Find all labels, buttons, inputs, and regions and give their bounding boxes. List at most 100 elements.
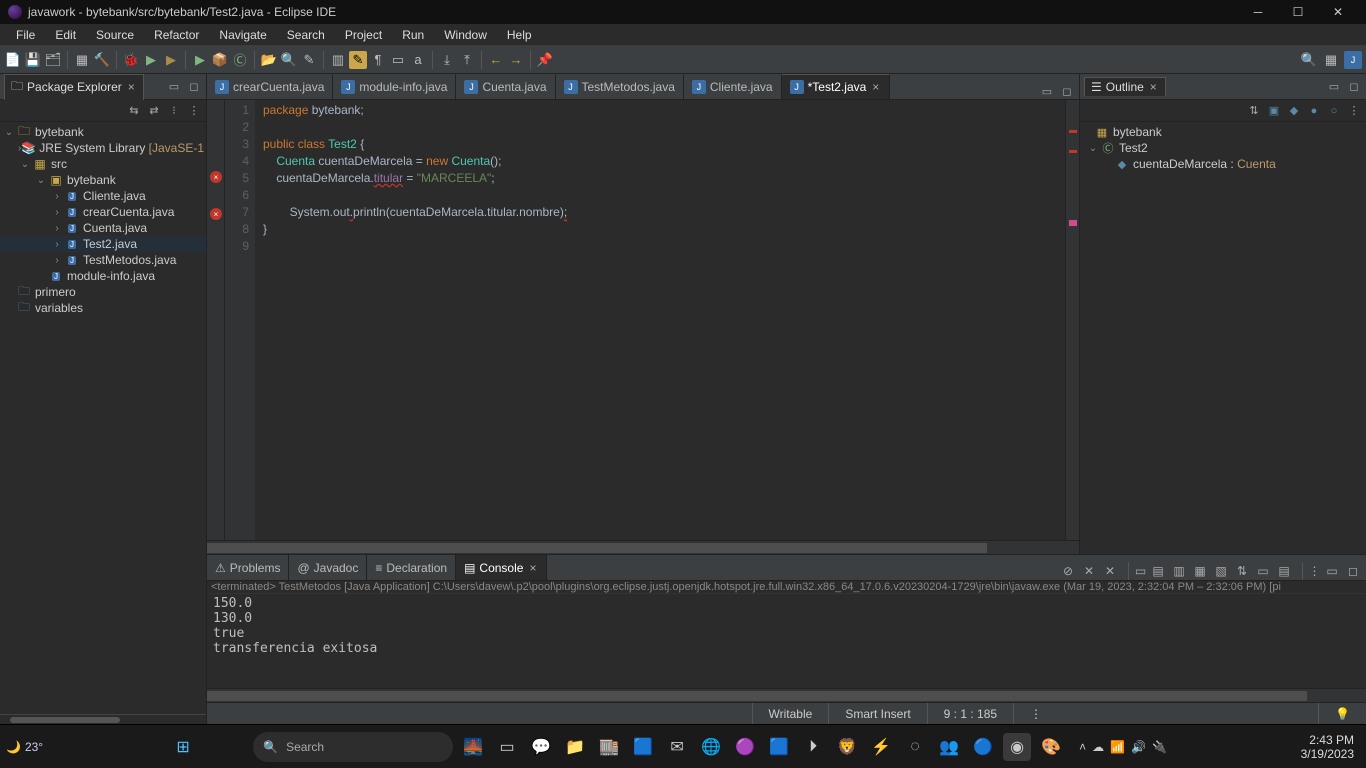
close-icon[interactable]: × (870, 80, 881, 94)
tree-item[interactable]: Jmodule-info.java (0, 268, 206, 284)
expand-icon[interactable]: › (50, 255, 64, 266)
view-tab-declaration[interactable]: ≡Declaration (367, 555, 456, 580)
maximize-view-icon[interactable]: ◻ (1346, 79, 1362, 95)
chat-icon[interactable]: 💬 (527, 733, 555, 761)
chrome-icon[interactable]: 🔵 (969, 733, 997, 761)
menu-window[interactable]: Window (434, 26, 497, 44)
editor-tab[interactable]: JCuenta.java (456, 74, 555, 99)
next-ann-icon[interactable]: ⤓ (438, 51, 456, 69)
outline-class[interactable]: Test2 (1119, 141, 1148, 155)
outline-package[interactable]: bytebank (1113, 125, 1162, 139)
weather-widget[interactable]: 🌙 23° (6, 740, 43, 754)
wifi-icon[interactable]: 📶 (1110, 740, 1125, 754)
tree-item[interactable]: 🗀variables (0, 300, 206, 316)
media-icon[interactable]: ⏵ (799, 733, 827, 761)
menu-navigate[interactable]: Navigate (209, 26, 276, 44)
toggle-icon[interactable]: ▦ (73, 51, 91, 69)
editor-tab[interactable]: JCliente.java (684, 74, 782, 99)
debug-icon[interactable]: 🐞 (122, 51, 140, 69)
filter-static-icon[interactable]: ◆ (1286, 103, 1302, 119)
console-output[interactable]: 150.0 130.0 true transferencia exitosa (207, 594, 1366, 688)
package-explorer-tab[interactable]: 🗀 Package Explorer × (4, 74, 144, 100)
maximize-view-icon[interactable]: ◻ (1059, 83, 1075, 99)
minimize-button[interactable]: ─ (1238, 0, 1278, 24)
minimize-view-icon[interactable]: ▭ (1326, 79, 1342, 95)
line-number-gutter[interactable]: 123456789 (225, 100, 255, 540)
console-toolbar-btn[interactable]: ⇅ (1233, 562, 1251, 580)
expand-icon[interactable]: › (50, 223, 64, 234)
task-icon[interactable]: ▥ (329, 51, 347, 69)
filter-public-icon[interactable]: ● (1306, 103, 1322, 119)
outline-tree[interactable]: ▦ bytebank ⌄ Ⓒ Test2 ◆ cuentaDeMarcela :… (1080, 122, 1366, 554)
expand-icon[interactable]: › (50, 207, 64, 218)
expand-icon[interactable]: › (50, 191, 64, 202)
dropbox-icon[interactable]: 🟦 (765, 733, 793, 761)
console-toolbar-btn[interactable]: ▭ (1254, 562, 1272, 580)
store-icon[interactable]: 🏬 (595, 733, 623, 761)
open-perspective-icon[interactable]: ▦ (1322, 51, 1340, 69)
onedrive-icon[interactable]: ☁ (1092, 740, 1104, 754)
filter-local-icon[interactable]: ○ (1326, 103, 1342, 119)
code-area[interactable]: package bytebank; public class Test2 { C… (255, 100, 1065, 540)
tree-item[interactable]: ›JCliente.java (0, 188, 206, 204)
tree-item[interactable]: ›JTestMetodos.java (0, 252, 206, 268)
tree-item[interactable]: ›📚JRE System Library [JavaSE-1 (0, 140, 206, 156)
menu-edit[interactable]: Edit (45, 26, 86, 44)
view-tab-console[interactable]: ▤Console× (456, 555, 547, 580)
console-toolbar-btn[interactable]: ▭ (1128, 562, 1146, 580)
new-class-icon[interactable]: Ⓒ (231, 51, 249, 69)
status-menu-icon[interactable]: ⋮ (1013, 703, 1058, 724)
editor-horizontal-scrollbar[interactable] (207, 540, 1079, 554)
mark-icon[interactable]: ✎ (349, 51, 367, 69)
view-tab-javadoc[interactable]: @Javadoc (289, 555, 367, 580)
build-icon[interactable]: 🔨 (93, 51, 111, 69)
fwd-icon[interactable]: → (507, 51, 525, 69)
collapse-all-icon[interactable]: ⇆ (126, 103, 142, 119)
menu-file[interactable]: File (6, 26, 45, 44)
overview-ruler[interactable] (1065, 100, 1079, 540)
new-pkg-icon[interactable]: 📦 (211, 51, 229, 69)
horizontal-scrollbar[interactable] (0, 714, 206, 724)
paint-icon[interactable]: 🎨 (1037, 733, 1065, 761)
close-icon[interactable]: × (126, 80, 137, 94)
sort-icon[interactable]: ⇅ (1246, 103, 1262, 119)
ann-icon[interactable]: a (409, 51, 427, 69)
run-icon[interactable]: ▶ (142, 51, 160, 69)
filter-field-icon[interactable]: ▣ (1266, 103, 1282, 119)
close-button[interactable]: ✕ (1318, 0, 1358, 24)
brave-icon[interactable]: 🦁 (833, 733, 861, 761)
open-type-icon[interactable]: 📂 (260, 51, 278, 69)
console-toolbar-btn[interactable]: ◻ (1344, 562, 1362, 580)
system-tray[interactable]: ˄ ☁ 📶 🔊 🔌 (1079, 740, 1167, 754)
console-toolbar-btn[interactable]: ⊘ (1059, 562, 1077, 580)
battery-icon[interactable]: 🔌 (1152, 740, 1167, 754)
save-all-icon[interactable]: 🗂 (44, 51, 62, 69)
console-toolbar-btn[interactable]: ▥ (1170, 562, 1188, 580)
back-icon[interactable]: ← (487, 51, 505, 69)
menu-search[interactable]: Search (277, 26, 335, 44)
tree-item[interactable]: ›JCuenta.java (0, 220, 206, 236)
console-toolbar-btn[interactable]: ▤ (1149, 562, 1167, 580)
editor-tab[interactable]: Jmodule-info.java (333, 74, 456, 99)
clipchamp-icon[interactable]: 🟣 (731, 733, 759, 761)
teams-icon[interactable]: 👥 (935, 733, 963, 761)
outline-tab[interactable]: ☰ Outline × (1084, 77, 1166, 96)
expand-icon[interactable]: ⌄ (18, 159, 32, 170)
menu-refactor[interactable]: Refactor (144, 26, 209, 44)
outline-field[interactable]: cuentaDeMarcela : Cuenta (1133, 157, 1276, 171)
search-icon[interactable]: 🔍 (280, 51, 298, 69)
expand-icon[interactable]: ⌄ (1086, 143, 1100, 154)
expand-icon[interactable]: ⌄ (34, 175, 48, 186)
prev-ann-icon[interactable]: ⤒ (458, 51, 476, 69)
menu-help[interactable]: Help (497, 26, 542, 44)
run-last-icon[interactable]: ▶ (191, 51, 209, 69)
bridge-icon[interactable]: 🌉 (459, 733, 487, 761)
explorer-icon[interactable]: 📁 (561, 733, 589, 761)
console-horizontal-scrollbar[interactable] (207, 688, 1366, 702)
view-menu-icon[interactable]: ⋮ (186, 103, 202, 119)
pin-icon[interactable]: 📌 (536, 51, 554, 69)
menu-run[interactable]: Run (392, 26, 434, 44)
tree-item[interactable]: ⌄🗀bytebank (0, 124, 206, 140)
tip-icon[interactable]: 💡 (1318, 703, 1366, 724)
start-button[interactable]: ⊞ (169, 733, 197, 761)
